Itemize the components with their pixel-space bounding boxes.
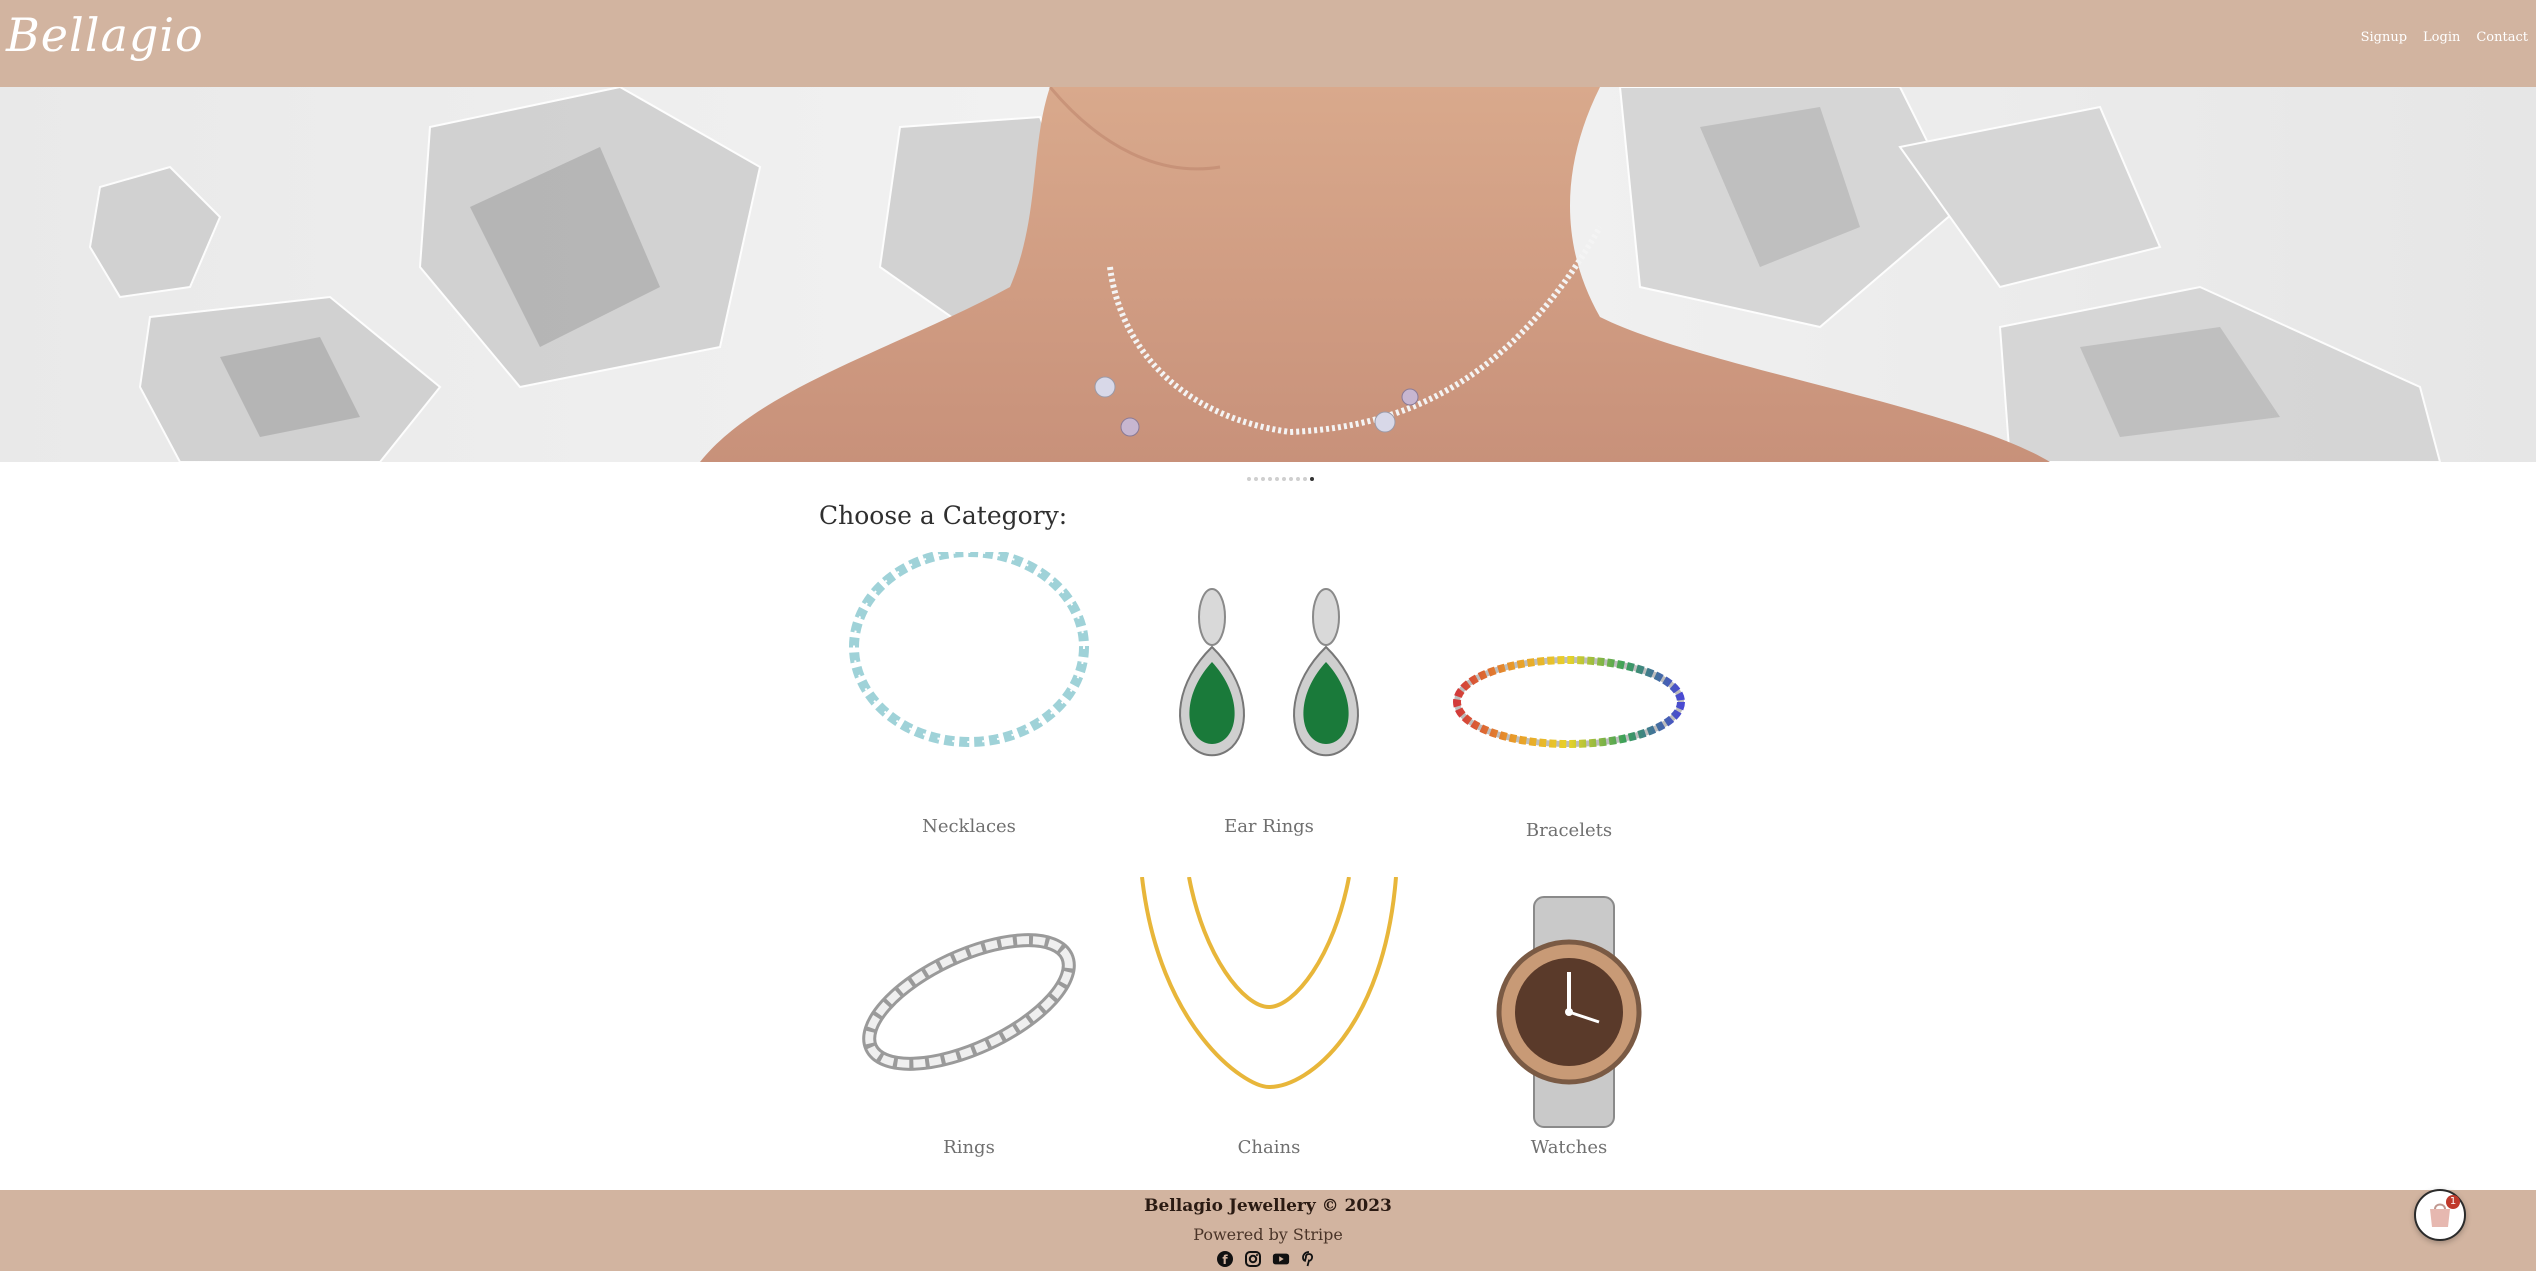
ring-image xyxy=(862,933,1076,1071)
social-links: f xyxy=(1216,1250,1318,1268)
category-chains[interactable]: Chains xyxy=(1134,877,1404,1158)
category-watches[interactable]: Watches xyxy=(1434,877,1704,1158)
youtube-icon[interactable] xyxy=(1272,1250,1290,1268)
category-label: Bracelets xyxy=(1525,820,1613,841)
category-heading: Choose a Category: xyxy=(819,501,1068,530)
site-logo[interactable]: Bellagio xyxy=(6,8,204,62)
category-label: Rings xyxy=(943,1137,995,1158)
carousel-dot[interactable] xyxy=(1289,477,1293,481)
category-ear-rings[interactable]: Ear Rings xyxy=(1134,552,1404,837)
footer-copyright: Bellagio Jewellery © 2023 xyxy=(1144,1196,1392,1216)
footer-powered-by: Powered by Stripe xyxy=(1193,1225,1343,1244)
category-necklaces[interactable]: Necklaces xyxy=(834,552,1104,837)
category-label: Watches xyxy=(1530,1137,1608,1158)
nav-login-link[interactable]: Login xyxy=(2423,30,2460,45)
earrings-image xyxy=(1179,588,1359,757)
category-bracelets[interactable]: Bracelets xyxy=(1434,552,1704,841)
bracelet-image xyxy=(1453,656,1685,748)
hero-image xyxy=(0,87,2536,462)
category-label: Necklaces xyxy=(922,816,1016,837)
top-nav: Signup Login Contact xyxy=(2361,30,2528,45)
category-label: Chains xyxy=(1237,1137,1301,1158)
carousel-dot[interactable] xyxy=(1282,477,1286,481)
svg-text:f: f xyxy=(1222,1253,1228,1267)
carousel-dot-active[interactable] xyxy=(1310,477,1314,481)
carousel-dot[interactable] xyxy=(1261,477,1265,481)
cart-count-badge: 1 xyxy=(2446,1195,2460,1209)
cart-button[interactable]: 1 xyxy=(2414,1189,2466,1241)
hero-carousel[interactable] xyxy=(0,87,2536,462)
category-label: Ear Rings xyxy=(1224,816,1314,837)
facebook-icon[interactable]: f xyxy=(1216,1250,1234,1268)
watch-image xyxy=(1496,896,1642,1128)
instagram-icon[interactable] xyxy=(1244,1250,1262,1268)
carousel-dot[interactable] xyxy=(1303,477,1307,481)
carousel-indicators xyxy=(1247,477,1314,481)
nav-contact-link[interactable]: Contact xyxy=(2476,30,2528,45)
carousel-dot[interactable] xyxy=(1247,477,1251,481)
carousel-dot[interactable] xyxy=(1268,477,1272,481)
site-header: Bellagio Signup Login Contact xyxy=(0,0,2536,87)
category-rings[interactable]: Rings xyxy=(834,877,1104,1158)
pinterest-icon[interactable] xyxy=(1300,1250,1318,1268)
chain-image xyxy=(1140,877,1398,1090)
necklace-image xyxy=(849,552,1089,747)
site-footer: Bellagio Jewellery © 2023 Powered by Str… xyxy=(0,1190,2536,1271)
nav-signup-link[interactable]: Signup xyxy=(2361,30,2407,45)
carousel-dot[interactable] xyxy=(1275,477,1279,481)
carousel-dot[interactable] xyxy=(1254,477,1258,481)
carousel-dot[interactable] xyxy=(1296,477,1300,481)
